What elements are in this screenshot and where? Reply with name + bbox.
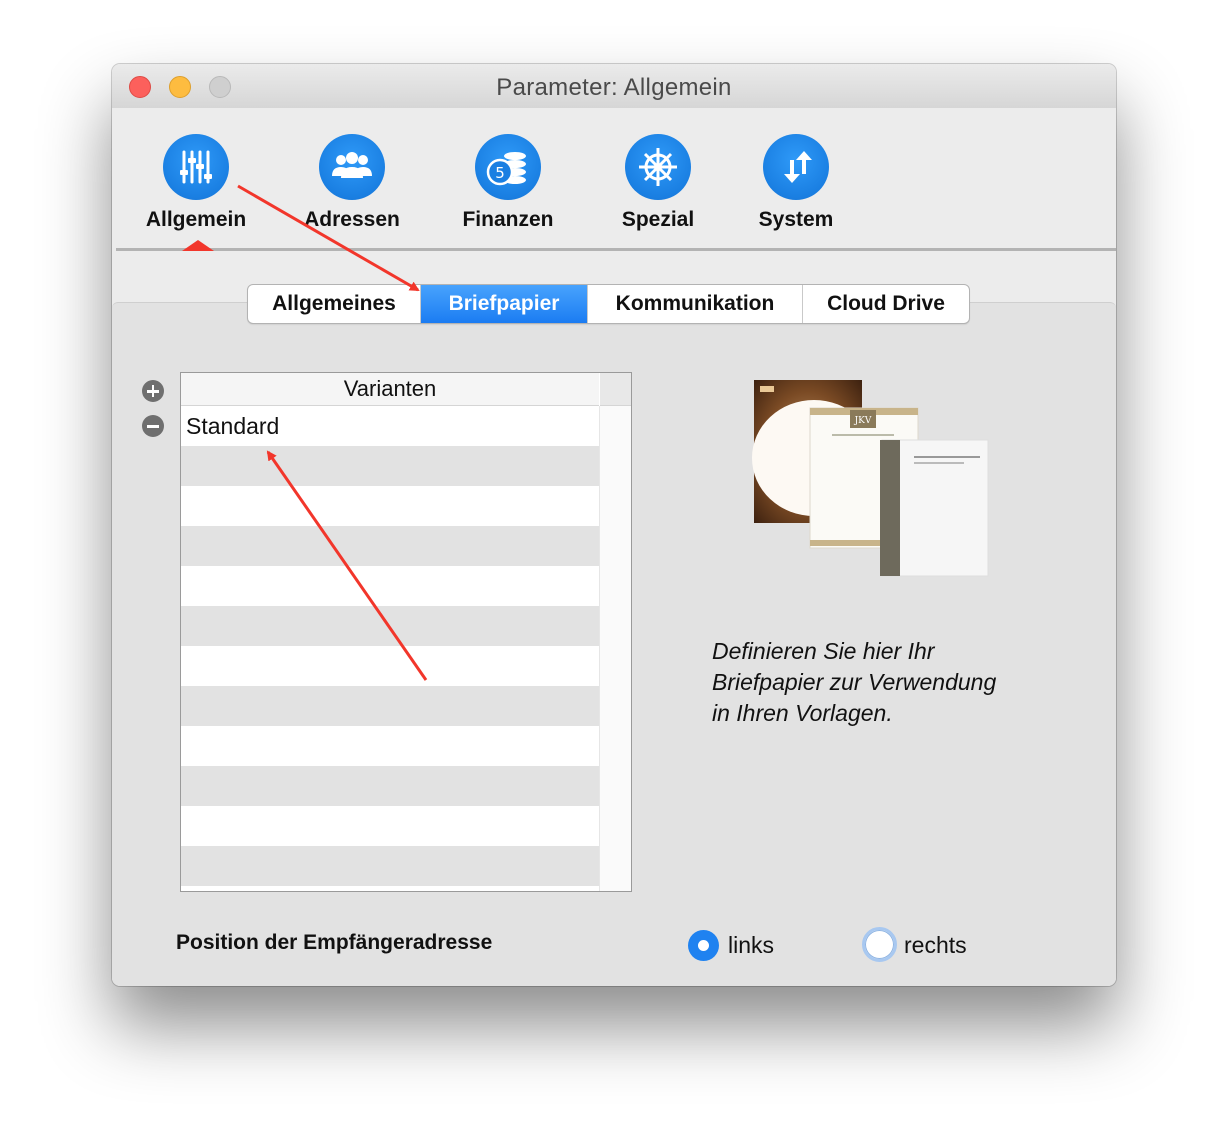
ship-wheel-icon	[625, 134, 691, 200]
radio-rechts[interactable]	[862, 927, 897, 962]
table-row-empty	[181, 806, 599, 846]
tab-cloud-drive[interactable]: Cloud Drive	[803, 285, 969, 323]
preferences-window: Parameter: Allgemein Allgemein Adressen …	[112, 64, 1116, 986]
toolbar-label-finanzen: Finanzen	[462, 208, 554, 231]
toolbar-label-allgemein: Allgemein	[145, 208, 247, 231]
variants-table: Varianten Standard	[180, 372, 632, 892]
toolbar-item-allgemein[interactable]: Allgemein	[144, 134, 248, 232]
radio-rechts-label[interactable]: rechts	[904, 932, 967, 959]
sliders-icon	[163, 134, 229, 200]
people-icon	[319, 134, 385, 200]
svg-text:5: 5	[495, 164, 505, 182]
svg-text:JKV: JKV	[854, 416, 872, 426]
title-bar: Parameter: Allgemein	[112, 64, 1116, 109]
toolbar-label-adressen: Adressen	[304, 208, 400, 231]
selected-item-marker	[182, 240, 214, 251]
variants-rows: Standard	[181, 406, 599, 886]
tab-briefpapier[interactable]: Briefpapier	[421, 285, 588, 323]
table-row-empty	[181, 766, 599, 806]
tab-kommunikation[interactable]: Kommunikation	[588, 285, 803, 323]
radio-links[interactable]	[688, 930, 719, 961]
tab-allgemeines[interactable]: Allgemeines	[248, 285, 421, 323]
table-row-empty	[181, 526, 599, 566]
table-row-empty	[181, 606, 599, 646]
toolbar-item-spezial[interactable]: Spezial	[606, 134, 710, 232]
table-row-empty	[181, 566, 599, 606]
variants-column-header[interactable]: Varianten	[181, 373, 599, 406]
table-row-empty	[181, 726, 599, 766]
toolbar-separator	[116, 248, 1116, 251]
window-title: Parameter: Allgemein	[496, 74, 732, 101]
preferences-toolbar: Allgemein Adressen 5 Finanzen Spezial Sy…	[112, 108, 1116, 250]
table-row-empty	[181, 486, 599, 526]
remove-variant-button[interactable]	[142, 415, 164, 437]
toolbar-label-system: System	[758, 208, 834, 231]
description-line-1: Definieren Sie hier Ihr	[712, 638, 935, 664]
description-text: Definieren Sie hier Ihr Briefpapier zur …	[712, 636, 1072, 729]
tab-bar: Allgemeines Briefpapier Kommunikation Cl…	[247, 284, 970, 324]
table-corner	[600, 373, 631, 406]
table-row-empty	[181, 446, 599, 486]
toolbar-item-system[interactable]: System	[744, 134, 848, 232]
toolbar-label-spezial: Spezial	[621, 208, 695, 231]
table-row-empty	[181, 646, 599, 686]
description-line-3: in Ihren Vorlagen.	[712, 700, 893, 726]
vertical-scrollbar[interactable]	[599, 406, 631, 891]
coins-icon: 5	[475, 134, 541, 200]
address-position-label: Position der Empfängeradresse	[176, 931, 493, 954]
table-row[interactable]: Standard	[181, 406, 599, 446]
radio-links-label[interactable]: links	[728, 932, 774, 959]
letterhead-preview-image: JKV	[752, 378, 992, 583]
table-row-empty	[181, 846, 599, 886]
toolbar-item-adressen[interactable]: Adressen	[300, 134, 404, 232]
arrows-icon	[763, 134, 829, 200]
toolbar-item-finanzen[interactable]: 5 Finanzen	[456, 134, 560, 232]
add-variant-button[interactable]	[142, 380, 164, 402]
description-line-2: Briefpapier zur Verwendung	[712, 669, 997, 695]
table-row-empty	[181, 686, 599, 726]
